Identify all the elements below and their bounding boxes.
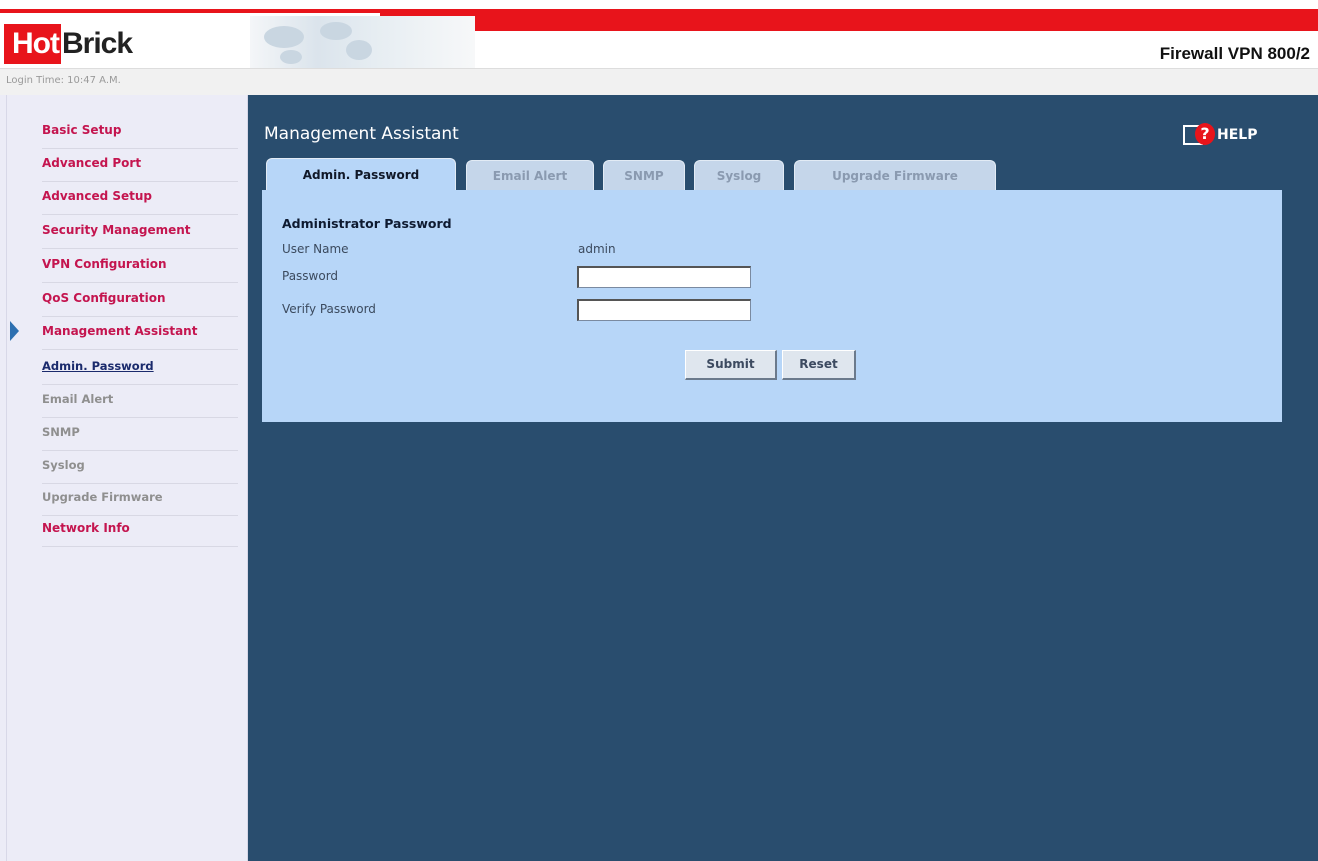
page-title: Management Assistant <box>264 124 459 144</box>
verify-password-input[interactable] <box>577 299 751 321</box>
sidebar-subitem-upgrade-firmware[interactable]: Upgrade Firmware <box>42 485 238 516</box>
username-value: admin <box>578 242 616 256</box>
hotbrick-logo: Hot Brick <box>4 20 133 64</box>
tab-upgrade-firmware[interactable]: Upgrade Firmware <box>794 160 996 191</box>
sidebar-item-vpn-configuration[interactable]: VPN Configuration <box>42 252 238 283</box>
logo-hot-text: Hot <box>4 24 61 64</box>
world-map-banner <box>250 16 475 68</box>
sidebar-item-advanced-port[interactable]: Advanced Port <box>42 151 238 182</box>
header-bar: Hot Brick Firewall VPN 800/2 Login Time:… <box>0 0 1318 96</box>
login-time: Login Time: 10:47 A.M. <box>6 75 121 86</box>
help-button[interactable]: ? HELP <box>1183 123 1258 145</box>
tab-email-alert[interactable]: Email Alert <box>466 160 594 191</box>
sidebar-item-advanced-setup[interactable]: Advanced Setup <box>42 184 238 215</box>
product-name: Firewall VPN 800/2 <box>1159 44 1310 63</box>
reset-button[interactable]: Reset <box>782 350 856 380</box>
header-accent-line <box>0 9 380 13</box>
header-red-band <box>380 9 1318 31</box>
sidebar-subitem-syslog[interactable]: Syslog <box>42 453 238 484</box>
section-title: Administrator Password <box>282 216 452 231</box>
sidebar-subitem-snmp[interactable]: SNMP <box>42 420 238 451</box>
sidebar-item-qos-configuration[interactable]: QoS Configuration <box>42 286 238 317</box>
sidebar-item-basic-setup[interactable]: Basic Setup <box>42 118 238 149</box>
help-label: HELP <box>1217 127 1258 143</box>
username-label: User Name <box>282 242 349 256</box>
tab-syslog[interactable]: Syslog <box>694 160 784 191</box>
password-label: Password <box>282 269 339 283</box>
help-icon: ? <box>1183 123 1215 145</box>
sidebar-subitem-admin-password[interactable]: Admin. Password <box>42 354 238 385</box>
sidebar-item-security-management[interactable]: Security Management <box>42 218 238 249</box>
tab-admin-password[interactable]: Admin. Password <box>266 158 456 191</box>
sidebar-item-network-info[interactable]: Network Info <box>42 516 238 547</box>
verify-password-label: Verify Password <box>282 302 376 316</box>
sidebar-rail <box>6 95 7 861</box>
active-section-arrow-icon <box>10 321 19 341</box>
submit-button[interactable]: Submit <box>685 350 777 380</box>
sidebar-item-management-assistant[interactable]: Management Assistant <box>42 319 238 350</box>
logo-brick-text: Brick <box>61 27 133 60</box>
password-input[interactable] <box>577 266 751 288</box>
sidebar-subitem-email-alert[interactable]: Email Alert <box>42 387 238 418</box>
tab-snmp[interactable]: SNMP <box>603 160 685 191</box>
login-strip <box>0 68 1318 96</box>
